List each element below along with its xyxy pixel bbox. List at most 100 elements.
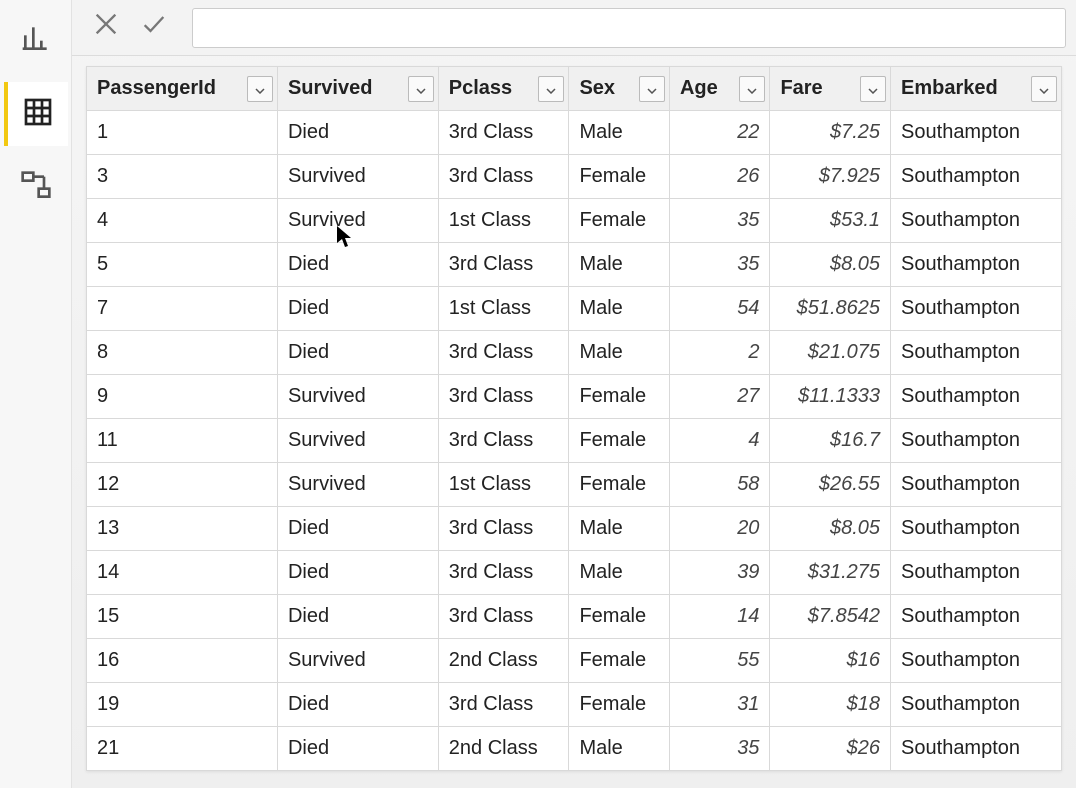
table-row[interactable]: 3Survived3rd ClassFemale26$7.925Southamp… xyxy=(87,155,1062,199)
table-row[interactable]: 5Died3rd ClassMale35$8.05Southampton xyxy=(87,243,1062,287)
cell-age[interactable]: 35 xyxy=(669,243,770,287)
cell-pclass[interactable]: 3rd Class xyxy=(438,595,569,639)
column-filter-button[interactable] xyxy=(639,76,665,102)
cell-sex[interactable]: Female xyxy=(569,375,670,419)
column-header-survived[interactable]: Survived xyxy=(277,67,438,111)
column-header-pclass[interactable]: Pclass xyxy=(438,67,569,111)
column-header-embarked[interactable]: Embarked xyxy=(891,67,1062,111)
cell-embarked[interactable]: Southampton xyxy=(891,199,1062,243)
cell-pclass[interactable]: 3rd Class xyxy=(438,551,569,595)
cell-embarked[interactable]: Southampton xyxy=(891,243,1062,287)
cell-pclass[interactable]: 1st Class xyxy=(438,463,569,507)
cell-fare[interactable]: $16 xyxy=(770,639,891,683)
cell-survived[interactable]: Died xyxy=(277,331,438,375)
cell-sex[interactable]: Male xyxy=(569,287,670,331)
model-view-button[interactable] xyxy=(4,156,68,220)
cell-survived[interactable]: Died xyxy=(277,243,438,287)
formula-input[interactable] xyxy=(192,8,1066,48)
cell-embarked[interactable]: Southampton xyxy=(891,727,1062,771)
cell-survived[interactable]: Survived xyxy=(277,463,438,507)
cell-embarked[interactable]: Southampton xyxy=(891,507,1062,551)
cell-age[interactable]: 35 xyxy=(669,727,770,771)
cell-fare[interactable]: $7.25 xyxy=(770,111,891,155)
cell-age[interactable]: 4 xyxy=(669,419,770,463)
column-filter-button[interactable] xyxy=(1031,76,1057,102)
cell-pclass[interactable]: 3rd Class xyxy=(438,507,569,551)
cell-embarked[interactable]: Southampton xyxy=(891,595,1062,639)
cell-sex[interactable]: Female xyxy=(569,199,670,243)
cell-age[interactable]: 55 xyxy=(669,639,770,683)
cell-embarked[interactable]: Southampton xyxy=(891,331,1062,375)
cell-survived[interactable]: Died xyxy=(277,727,438,771)
cell-fare[interactable]: $31.275 xyxy=(770,551,891,595)
cell-sex[interactable]: Female xyxy=(569,463,670,507)
cell-age[interactable]: 58 xyxy=(669,463,770,507)
cell-pclass[interactable]: 3rd Class xyxy=(438,243,569,287)
column-filter-button[interactable] xyxy=(538,76,564,102)
cancel-button[interactable] xyxy=(82,6,130,50)
cell-sex[interactable]: Female xyxy=(569,155,670,199)
table-row[interactable]: 11Survived3rd ClassFemale4$16.7Southampt… xyxy=(87,419,1062,463)
cell-sex[interactable]: Male xyxy=(569,727,670,771)
cell-embarked[interactable]: Southampton xyxy=(891,463,1062,507)
cell-sex[interactable]: Female xyxy=(569,639,670,683)
cell-survived[interactable]: Died xyxy=(277,507,438,551)
cell-pclass[interactable]: 3rd Class xyxy=(438,111,569,155)
cell-sex[interactable]: Male xyxy=(569,111,670,155)
cell-fare[interactable]: $7.925 xyxy=(770,155,891,199)
cell-survived[interactable]: Died xyxy=(277,683,438,727)
column-filter-button[interactable] xyxy=(860,76,886,102)
cell-age[interactable]: 35 xyxy=(669,199,770,243)
cell-survived[interactable]: Survived xyxy=(277,419,438,463)
cell-pclass[interactable]: 3rd Class xyxy=(438,683,569,727)
cell-age[interactable]: 2 xyxy=(669,331,770,375)
cell-passenger_id[interactable]: 8 xyxy=(87,331,278,375)
cell-fare[interactable]: $26.55 xyxy=(770,463,891,507)
cell-fare[interactable]: $16.7 xyxy=(770,419,891,463)
cell-age[interactable]: 39 xyxy=(669,551,770,595)
cell-embarked[interactable]: Southampton xyxy=(891,111,1062,155)
cell-embarked[interactable]: Southampton xyxy=(891,639,1062,683)
cell-pclass[interactable]: 2nd Class xyxy=(438,727,569,771)
column-filter-button[interactable] xyxy=(247,76,273,102)
table-row[interactable]: 7Died1st ClassMale54$51.8625Southampton xyxy=(87,287,1062,331)
cell-passenger_id[interactable]: 15 xyxy=(87,595,278,639)
table-row[interactable]: 12Survived1st ClassFemale58$26.55Southam… xyxy=(87,463,1062,507)
cell-survived[interactable]: Survived xyxy=(277,639,438,683)
cell-age[interactable]: 22 xyxy=(669,111,770,155)
cell-fare[interactable]: $8.05 xyxy=(770,507,891,551)
cell-pclass[interactable]: 3rd Class xyxy=(438,331,569,375)
cell-pclass[interactable]: 1st Class xyxy=(438,287,569,331)
cell-passenger_id[interactable]: 11 xyxy=(87,419,278,463)
cell-survived[interactable]: Died xyxy=(277,595,438,639)
cell-pclass[interactable]: 1st Class xyxy=(438,199,569,243)
cell-survived[interactable]: Died xyxy=(277,111,438,155)
cell-survived[interactable]: Died xyxy=(277,287,438,331)
cell-embarked[interactable]: Southampton xyxy=(891,287,1062,331)
cell-fare[interactable]: $51.8625 xyxy=(770,287,891,331)
cell-survived[interactable]: Died xyxy=(277,551,438,595)
cell-passenger_id[interactable]: 1 xyxy=(87,111,278,155)
column-header-sex[interactable]: Sex xyxy=(569,67,670,111)
cell-passenger_id[interactable]: 13 xyxy=(87,507,278,551)
cell-sex[interactable]: Male xyxy=(569,551,670,595)
cell-passenger_id[interactable]: 12 xyxy=(87,463,278,507)
cell-passenger_id[interactable]: 16 xyxy=(87,639,278,683)
table-row[interactable]: 4Survived1st ClassFemale35$53.1Southampt… xyxy=(87,199,1062,243)
cell-embarked[interactable]: Southampton xyxy=(891,551,1062,595)
cell-fare[interactable]: $26 xyxy=(770,727,891,771)
column-header-age[interactable]: Age xyxy=(669,67,770,111)
cell-passenger_id[interactable]: 14 xyxy=(87,551,278,595)
cell-embarked[interactable]: Southampton xyxy=(891,155,1062,199)
cell-sex[interactable]: Female xyxy=(569,595,670,639)
column-filter-button[interactable] xyxy=(739,76,765,102)
cell-survived[interactable]: Survived xyxy=(277,199,438,243)
table-row[interactable]: 9Survived3rd ClassFemale27$11.1333Southa… xyxy=(87,375,1062,419)
table-row[interactable]: 19Died3rd ClassFemale31$18Southampton xyxy=(87,683,1062,727)
cell-passenger_id[interactable]: 21 xyxy=(87,727,278,771)
cell-survived[interactable]: Survived xyxy=(277,155,438,199)
column-header-fare[interactable]: Fare xyxy=(770,67,891,111)
cell-sex[interactable]: Female xyxy=(569,419,670,463)
table-row[interactable]: 1Died3rd ClassMale22$7.25Southampton xyxy=(87,111,1062,155)
cell-pclass[interactable]: 3rd Class xyxy=(438,155,569,199)
